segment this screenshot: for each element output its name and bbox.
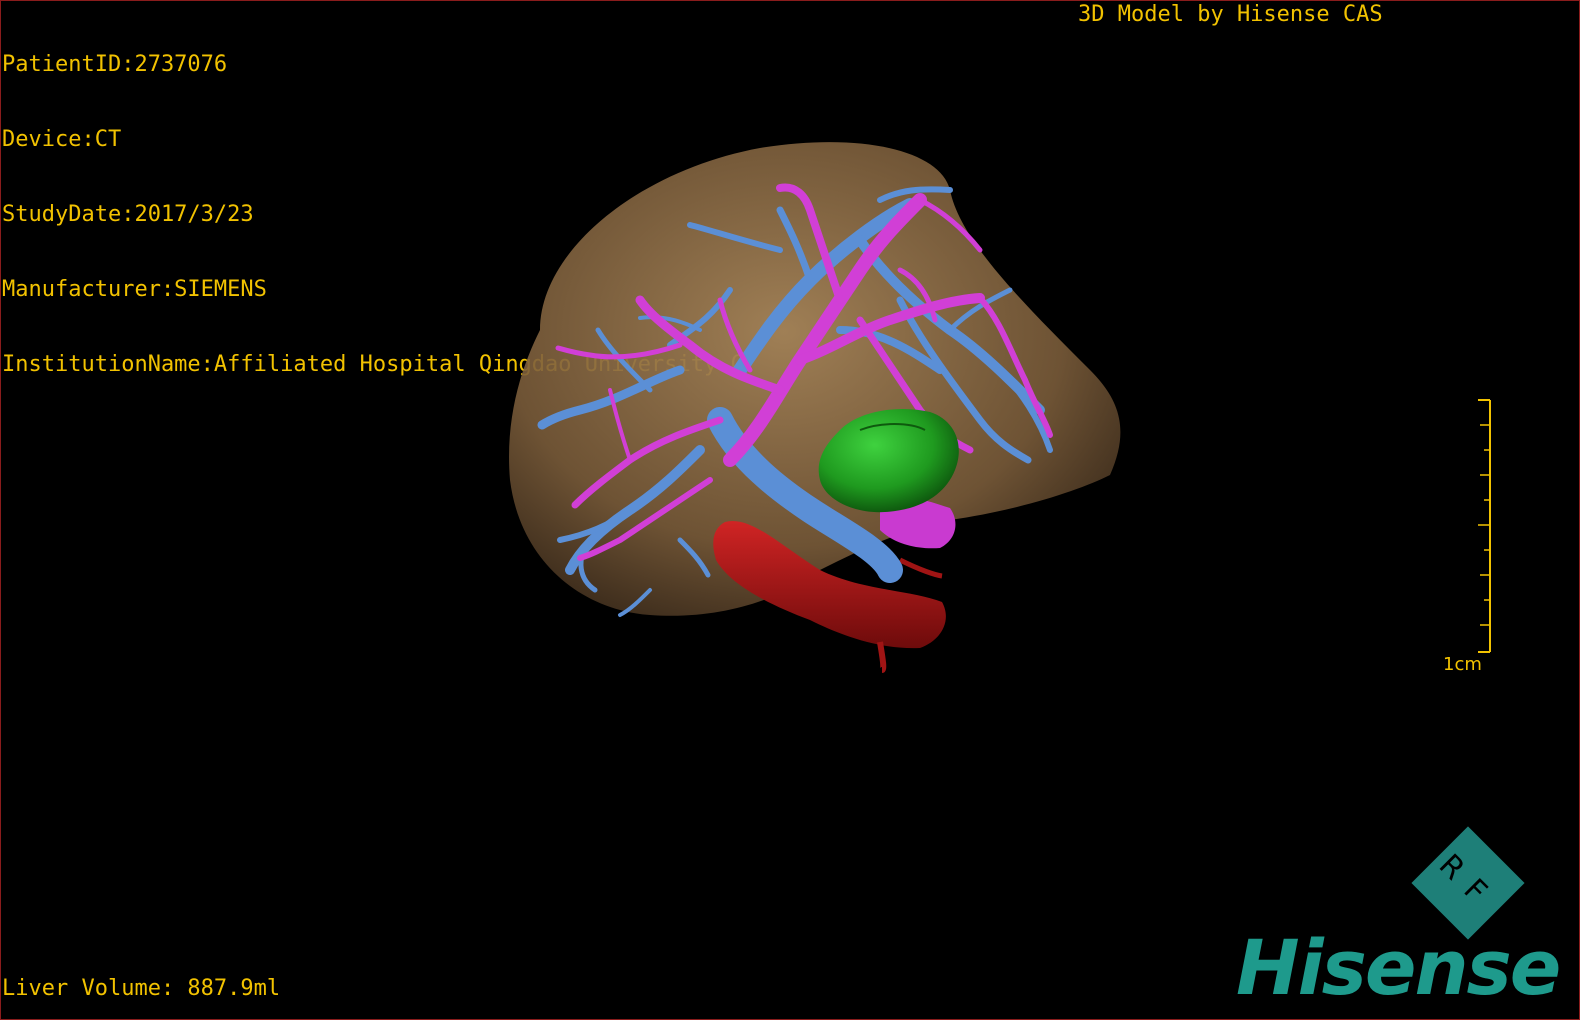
- patient-id-text: PatientID:2737076: [2, 52, 228, 77]
- liver-volume-text: Liver Volume: 887.9ml: [2, 976, 281, 1001]
- model-title: 3D Model by Hisense CAS: [1078, 2, 1383, 27]
- hisense-logo: Hisense: [1236, 923, 1561, 1012]
- liver-3d-model[interactable]: [480, 130, 1160, 690]
- scale-bar: [1478, 399, 1491, 653]
- scale-bar-label: 1cm: [1443, 654, 1482, 675]
